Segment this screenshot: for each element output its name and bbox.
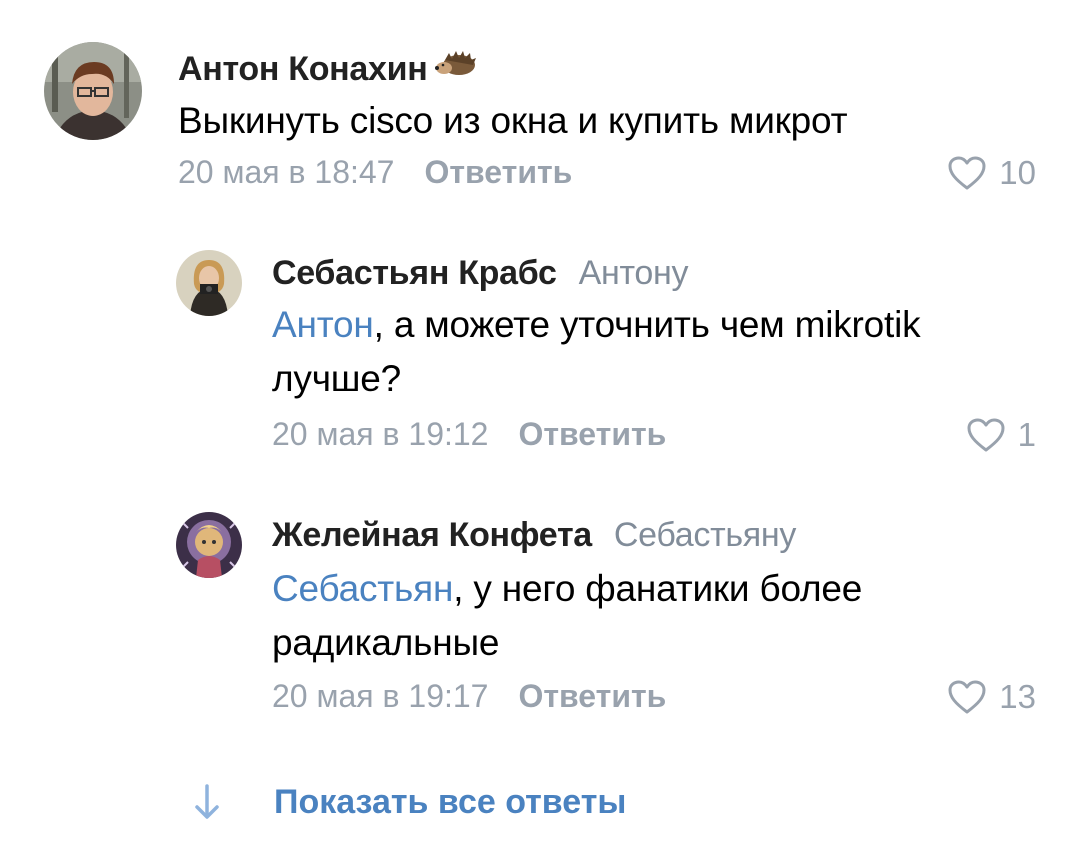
heart-icon [948, 680, 986, 714]
comment-meta: 20 мая в 19:12 Ответить [272, 416, 666, 453]
mention-link[interactable]: Антон [272, 304, 374, 345]
comment-text: Антон, а можете уточнить чем mikrotik лу… [272, 304, 921, 399]
comment-author[interactable]: Антон Конахин [178, 50, 477, 91]
like-button[interactable]: 10 [947, 154, 1036, 192]
like-button[interactable]: 1 [966, 416, 1036, 454]
avatar[interactable] [44, 42, 142, 140]
show-all-label[interactable]: Показать все ответы [274, 783, 626, 822]
mention-link[interactable]: Себастьян [272, 568, 453, 609]
reply-button[interactable]: Ответить [518, 416, 666, 452]
author-name[interactable]: Антон Конахин [178, 50, 428, 88]
heart-icon [967, 418, 1005, 452]
comment-author[interactable]: Желейная Конфета Себастьяну [272, 516, 796, 555]
hedgehog-icon [435, 48, 477, 87]
comment-text: Выкинуть cisco из окна и купить микрот [178, 100, 848, 141]
comment-date[interactable]: 20 мая в 19:12 [272, 416, 488, 452]
comment-author[interactable]: Себастьян Крабс Антону [272, 254, 688, 293]
comment-meta: 20 мая в 18:47 Ответить [178, 154, 572, 191]
like-button[interactable]: 13 [947, 678, 1036, 716]
author-name[interactable]: Желейная Конфета [272, 516, 592, 554]
arrow-down-icon [195, 784, 219, 819]
comment-date[interactable]: 20 мая в 19:17 [272, 678, 488, 714]
comment-date[interactable]: 20 мая в 18:47 [178, 154, 394, 190]
reply-to-label[interactable]: Антону [579, 254, 689, 292]
reply-button[interactable]: Ответить [518, 678, 666, 714]
reply-button[interactable]: Ответить [424, 154, 572, 190]
comment-text: Себастьян, у него фанатики более радикал… [272, 568, 863, 663]
like-count: 10 [999, 154, 1036, 191]
avatar[interactable] [176, 250, 242, 316]
avatar[interactable] [176, 512, 242, 578]
heart-icon [948, 156, 986, 190]
like-count: 13 [999, 678, 1036, 715]
comment-meta: 20 мая в 19:17 Ответить [272, 678, 666, 715]
like-count: 1 [1017, 416, 1036, 453]
show-all-replies-button[interactable]: Показать все ответы [192, 780, 626, 824]
author-name[interactable]: Себастьян Крабс [272, 254, 557, 292]
reply-to-label[interactable]: Себастьяну [614, 516, 796, 554]
